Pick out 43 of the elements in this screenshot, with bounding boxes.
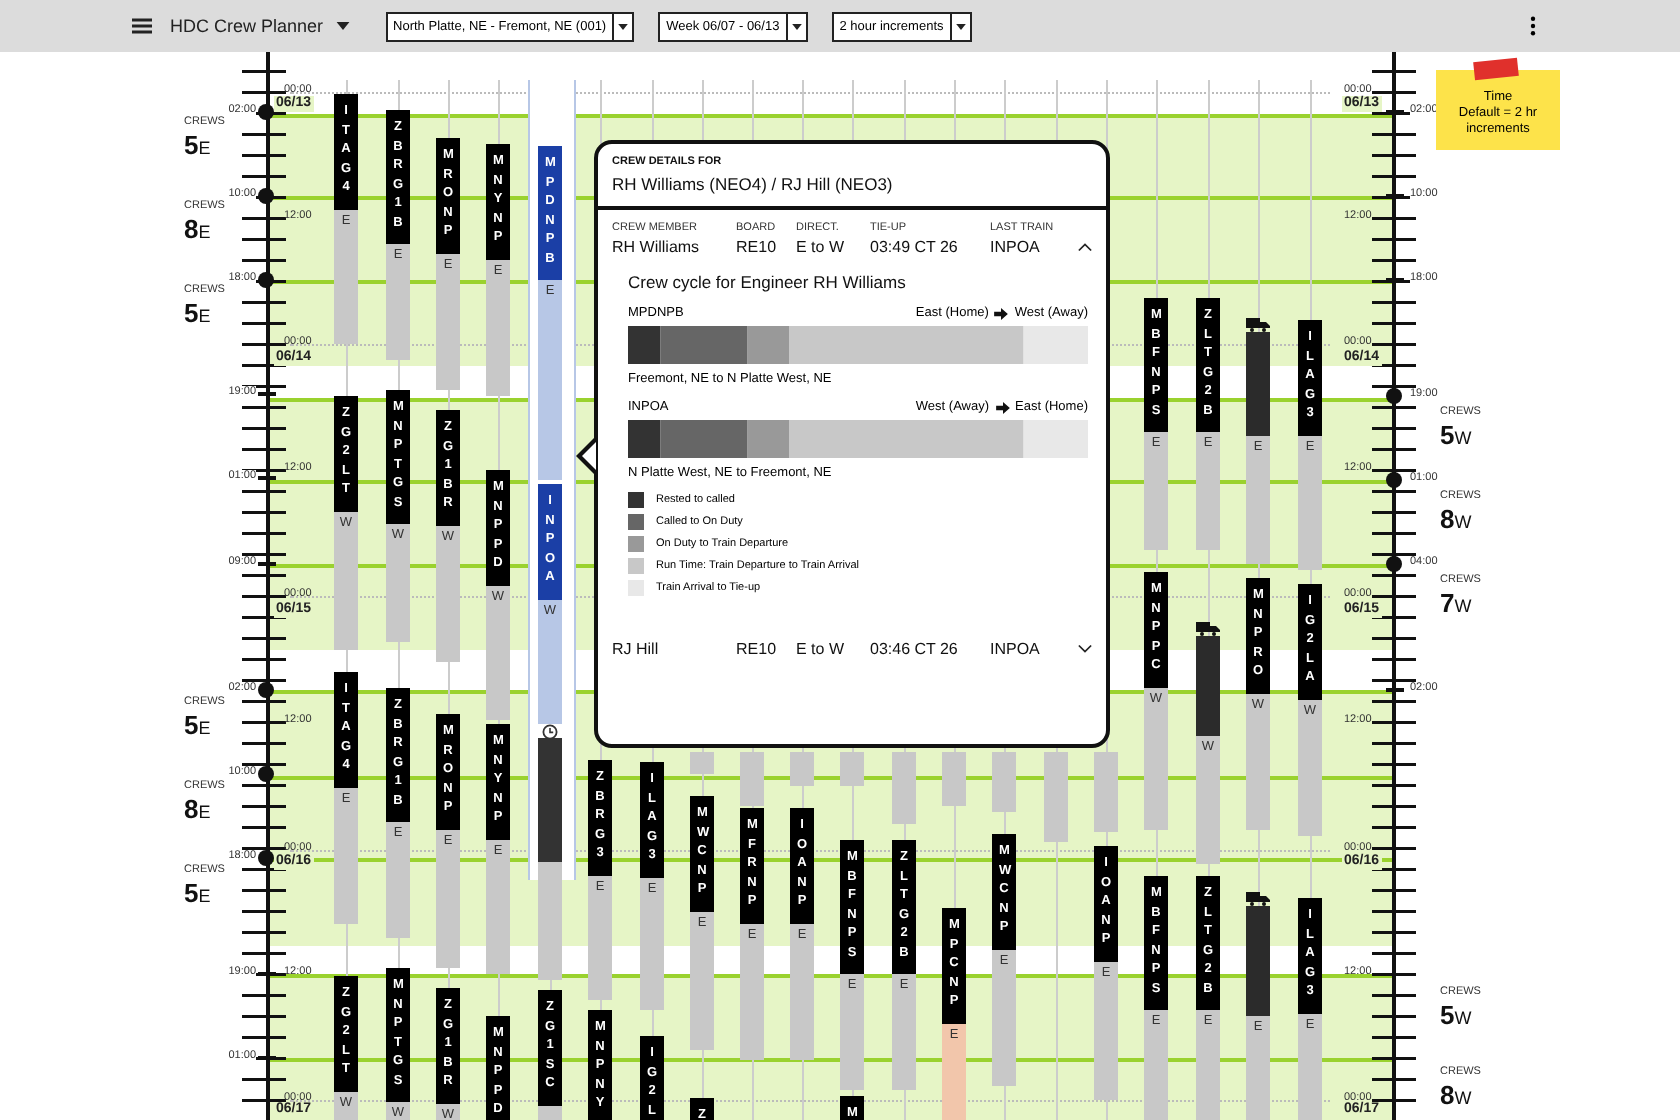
caret-icon: [335, 22, 350, 30]
table-cell-text: E to W: [796, 640, 847, 658]
table-cell-text: RE10: [736, 238, 779, 256]
dropdown-arrow[interactable]: [949, 13, 970, 39]
table-cell-text: RJ Hill: [612, 640, 661, 658]
table-cell-text: 03:49 CT 26: [870, 238, 960, 256]
app-title-menu[interactable]: HDC Crew Planner: [170, 16, 350, 36]
truck-icon: [1246, 318, 1270, 332]
crew-member-row[interactable]: RJ Hill RE10 E to W 03:46 CT 26 INPOA: [612, 640, 1092, 658]
caret-icon: [791, 23, 802, 29]
crew-count: 5E: [184, 300, 211, 330]
crew-count: 5W: [1440, 1002, 1472, 1032]
dropdown-arrow[interactable]: [785, 13, 806, 39]
chevron-up-icon[interactable]: [1078, 242, 1092, 252]
crew-count: 8W: [1440, 506, 1472, 536]
table-cell-text: RE10: [736, 640, 779, 658]
caret-icon: [618, 23, 629, 29]
popover-title: RH Williams (NEO4) / RJ Hill (NEO3): [612, 174, 895, 194]
table-cell-text: 03:46 CT 26: [870, 640, 960, 658]
more-options-icon[interactable]: [1530, 16, 1536, 36]
crew-count: 8W: [1440, 1082, 1472, 1112]
caret-icon: [955, 23, 966, 29]
table-cell-text: RH Williams: [612, 238, 702, 256]
crew-count: 5E: [184, 712, 211, 742]
chevron-down-icon[interactable]: [1078, 644, 1092, 654]
dropdown-arrow[interactable]: [612, 13, 633, 39]
menu-icon[interactable]: [132, 18, 152, 34]
tape-strip: [1473, 57, 1519, 81]
truck-icon: [1246, 892, 1270, 906]
right-arrow-icon: [994, 307, 1009, 319]
crew-count: 5E: [184, 880, 211, 910]
crew-count: 8E: [184, 216, 211, 246]
table-cell-text: INPOA: [990, 640, 1042, 658]
crew-count: 5W: [1440, 422, 1472, 452]
crew-count: 8E: [184, 796, 211, 826]
table-cell-text: E to W: [796, 238, 847, 256]
right-arrow-icon: [995, 401, 1010, 413]
crew-member-row[interactable]: RH Williams RE10 E to W 03:49 CT 26 INPOA: [612, 238, 1092, 256]
truck-icon: [1196, 622, 1220, 636]
crew-count: 7W: [1440, 590, 1472, 620]
cycle-title: Crew cycle for Engineer RH Williams: [628, 272, 908, 292]
table-cell-text: INPOA: [990, 238, 1042, 256]
crew-count: 5E: [184, 132, 211, 162]
